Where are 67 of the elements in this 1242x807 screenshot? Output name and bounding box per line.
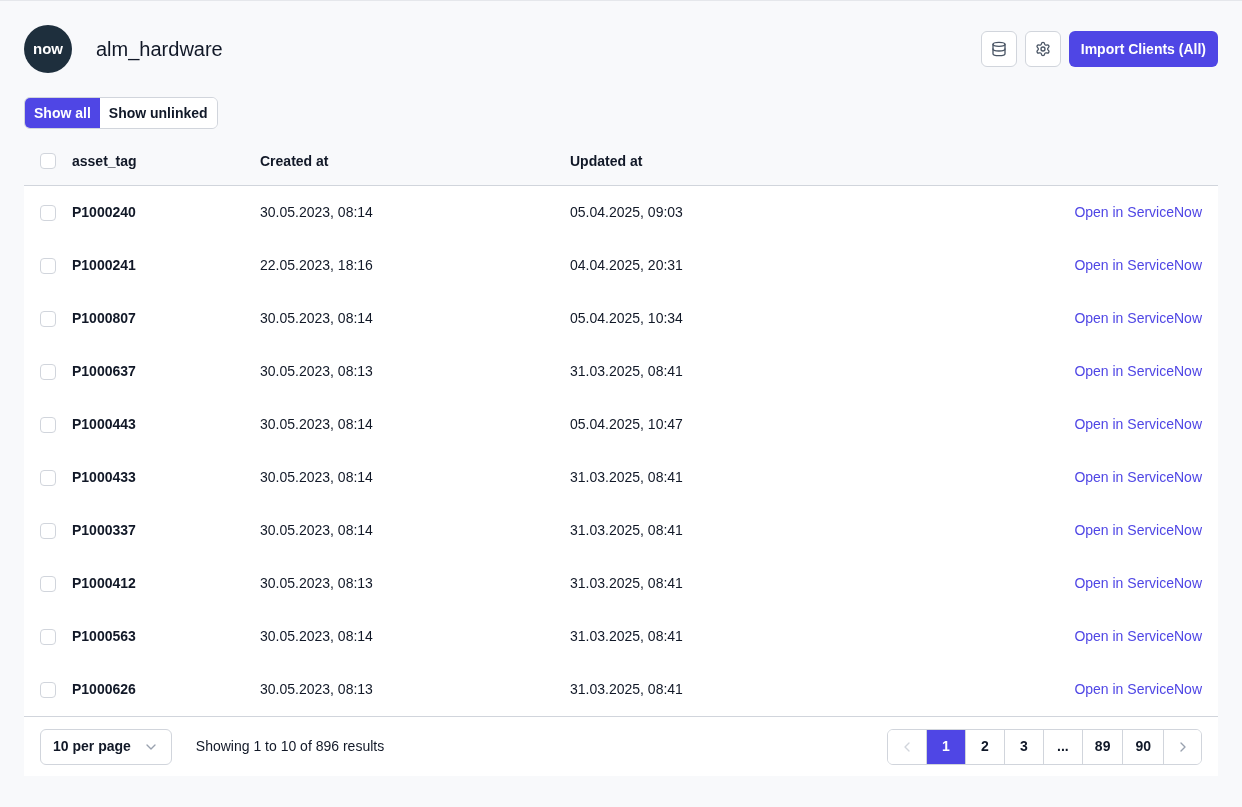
table-cell-text: 30.05.2023, 08:14 bbox=[260, 309, 374, 328]
table-cell-text: 31.03.2025, 08:41 bbox=[570, 574, 683, 593]
open-link[interactable]: Open in ServiceNow bbox=[1074, 255, 1202, 276]
table-cell-text: P1000241 bbox=[72, 256, 137, 275]
checkbox[interactable] bbox=[40, 628, 56, 645]
table-cell-text: P1000240 bbox=[72, 203, 137, 222]
table-cell-text: 30.05.2023, 08:14 bbox=[260, 415, 374, 434]
next-page-button[interactable] bbox=[1163, 729, 1201, 764]
table-cell-text: 05.04.2025, 09:03 bbox=[570, 203, 683, 222]
table-cell-text: 30.05.2023, 08:14 bbox=[260, 468, 374, 487]
checkbox[interactable] bbox=[40, 469, 56, 486]
table-cell-text: 30.05.2023, 08:13 bbox=[260, 362, 374, 381]
table-cell-text: P1000433 bbox=[72, 468, 137, 487]
table-cell-text: 30.05.2023, 08:14 bbox=[260, 627, 374, 646]
page-title: alm_hardware bbox=[96, 37, 223, 63]
checkbox[interactable] bbox=[40, 153, 56, 169]
page-button[interactable]: 1 bbox=[925, 729, 965, 764]
checkbox[interactable] bbox=[40, 363, 56, 380]
open-link[interactable]: Open in ServiceNow bbox=[1074, 414, 1202, 435]
logo: now bbox=[24, 25, 72, 73]
table-cell-text: P1000337 bbox=[72, 521, 137, 540]
table-cell-text: 31.03.2025, 08:41 bbox=[570, 627, 683, 646]
checkbox[interactable] bbox=[40, 257, 56, 274]
settings-icon bbox=[1034, 41, 1051, 57]
open-link[interactable]: Open in ServiceNow bbox=[1074, 467, 1202, 488]
checkbox[interactable] bbox=[40, 522, 56, 539]
checkbox[interactable] bbox=[40, 416, 56, 433]
table-cell-text: 05.04.2025, 10:47 bbox=[570, 415, 683, 434]
table-cell-text: 31.03.2025, 08:41 bbox=[570, 468, 683, 487]
filter-tab[interactable]: Show all bbox=[25, 98, 100, 128]
table-cell-text: P1000443 bbox=[72, 415, 137, 434]
open-link[interactable]: Open in ServiceNow bbox=[1074, 573, 1202, 594]
table-cell-text: P1000637 bbox=[72, 362, 137, 381]
table-cell-text: 31.03.2025, 08:41 bbox=[570, 680, 683, 699]
checkbox[interactable] bbox=[40, 204, 56, 221]
column-header: Created at bbox=[260, 151, 330, 171]
per-page-select[interactable]: 10 per page bbox=[40, 728, 172, 765]
open-link[interactable]: Open in ServiceNow bbox=[1074, 361, 1202, 382]
column-header: asset_tag bbox=[72, 151, 138, 171]
column-header: Updated at bbox=[570, 151, 643, 171]
table-cell-text: 30.05.2023, 08:13 bbox=[260, 574, 374, 593]
import-button[interactable]: Import Clients (All) bbox=[1068, 31, 1218, 67]
checkbox[interactable] bbox=[40, 681, 56, 698]
table-cell-text: P1000807 bbox=[72, 309, 137, 328]
table-cell-text: 22.05.2023, 18:16 bbox=[260, 256, 374, 275]
table-cell-text: P1000412 bbox=[72, 574, 137, 593]
table-cell-text: P1000563 bbox=[72, 627, 137, 646]
checkbox[interactable] bbox=[40, 575, 56, 592]
database-icon bbox=[990, 41, 1007, 57]
database-button[interactable] bbox=[980, 31, 1017, 67]
open-link[interactable]: Open in ServiceNow bbox=[1074, 626, 1202, 647]
table-cell-text: 30.05.2023, 08:14 bbox=[260, 521, 374, 540]
filter-tab[interactable]: Show unlinked bbox=[99, 98, 217, 128]
open-link[interactable]: Open in ServiceNow bbox=[1074, 679, 1202, 700]
table-cell-text: 31.03.2025, 08:41 bbox=[570, 521, 683, 540]
table-cell-text: P1000626 bbox=[72, 680, 137, 699]
table-cell-text: 30.05.2023, 08:13 bbox=[260, 680, 374, 699]
settings-button[interactable] bbox=[1024, 31, 1061, 67]
results-summary: Showing 1 to 10 of 896 results bbox=[195, 737, 385, 756]
checkbox[interactable] bbox=[40, 310, 56, 327]
table-cell-text: 04.04.2025, 20:31 bbox=[570, 256, 683, 275]
table-cell-text: 31.03.2025, 08:41 bbox=[570, 362, 683, 381]
open-link[interactable]: Open in ServiceNow bbox=[1074, 202, 1202, 223]
table-cell-text: 30.05.2023, 08:14 bbox=[260, 203, 374, 222]
open-link[interactable]: Open in ServiceNow bbox=[1074, 520, 1202, 541]
table-cell-text: 05.04.2025, 10:34 bbox=[570, 309, 683, 328]
open-link[interactable]: Open in ServiceNow bbox=[1074, 308, 1202, 329]
